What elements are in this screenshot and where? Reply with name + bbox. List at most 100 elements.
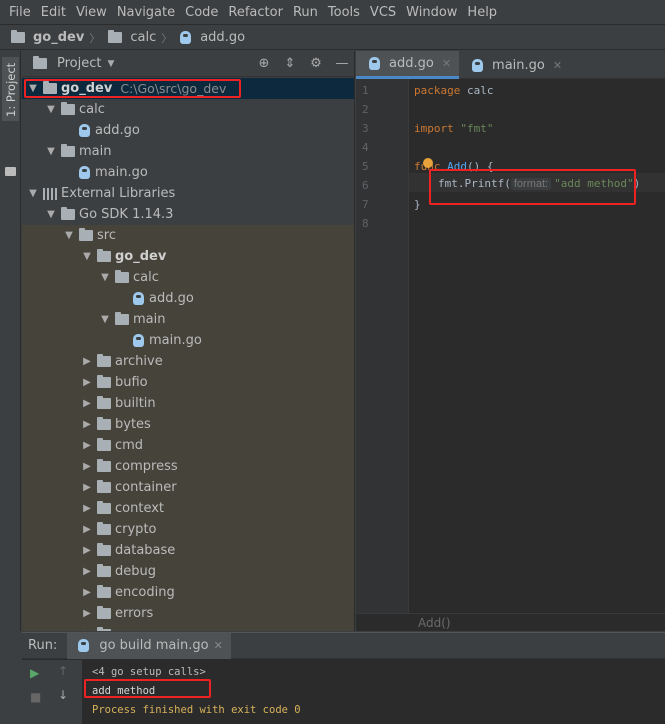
breadcrumb-file[interactable]: add.go (177, 30, 245, 45)
breadcrumb-separator: 〉 (161, 31, 173, 45)
tree-row[interactable]: ▶ debug (22, 561, 354, 582)
folder-icon (97, 627, 111, 631)
line-number: 2 (362, 103, 369, 116)
collapse-arrow-icon[interactable]: ▶ (80, 482, 94, 493)
tree-row[interactable]: ▼ main (22, 141, 354, 162)
tree-item-label: bufio (115, 375, 148, 390)
tree-row[interactable]: ▼ main (22, 309, 354, 330)
breadcrumb-folder[interactable]: calc (105, 30, 156, 45)
tree-item-label: Go SDK 1.14.3 (79, 207, 174, 222)
code-line-7[interactable]: } (414, 198, 421, 211)
hide-icon[interactable]: — (334, 56, 350, 72)
tree-row[interactable]: ▶ bufio (22, 372, 354, 393)
run-panel: Run: go build main.go ✕ ▶ ↑ ■ ↓ <4 go se… (22, 632, 665, 724)
intention-bulb-icon[interactable] (423, 158, 433, 168)
close-icon[interactable]: ✕ (442, 57, 451, 70)
menu-item-vcs[interactable]: VCS (365, 0, 401, 25)
tree-item-label: builtin (115, 396, 156, 411)
tree-item-label: go_dev (115, 249, 167, 264)
tree-row[interactable]: ▶ errors (22, 603, 354, 624)
menu-item-refactor[interactable]: Refactor (223, 0, 288, 25)
menu-item-run[interactable]: Run (288, 0, 323, 25)
tree-item-label: compress (115, 459, 178, 474)
tree-row[interactable]: ▼ Go SDK 1.14.3 (22, 204, 354, 225)
menu-item-edit[interactable]: Edit (36, 0, 71, 25)
tree-item-label: debug (115, 564, 156, 579)
structure-icon[interactable] (5, 167, 16, 176)
tree-row[interactable]: add.go (22, 288, 354, 309)
expand-arrow-icon[interactable]: ▼ (62, 230, 76, 241)
tree-row[interactable]: ▶ cmd (22, 435, 354, 456)
chevron-down-icon[interactable]: ▼ (107, 59, 114, 69)
tree-row[interactable]: ▶ database (22, 540, 354, 561)
tree-row[interactable]: ▶ encoding (22, 582, 354, 603)
collapse-arrow-icon[interactable]: ▶ (80, 419, 94, 430)
stop-icon[interactable]: ■ (30, 690, 41, 704)
scroll-down-icon[interactable]: ↓ (58, 688, 68, 702)
menu-item-view[interactable]: View (71, 0, 112, 25)
expand-arrow-icon[interactable]: ▼ (44, 146, 58, 157)
code-line-1[interactable]: package calc (414, 84, 493, 97)
project-view-selector[interactable]: Project (57, 56, 101, 71)
tree-item-label: main.go (149, 333, 202, 348)
collapse-arrow-icon[interactable]: ▶ (80, 398, 94, 409)
menu-item-help[interactable]: Help (462, 0, 502, 25)
rerun-icon[interactable]: ▶ (30, 666, 39, 680)
tree-row[interactable]: main.go (22, 162, 354, 183)
scroll-up-icon[interactable]: ↑ (58, 664, 68, 678)
tree-row[interactable]: ▶ crypto (22, 519, 354, 540)
collapse-arrow-icon[interactable]: ▶ (80, 587, 94, 598)
tree-row[interactable]: ▼ calc (22, 99, 354, 120)
expand-arrow-icon[interactable]: ▼ (80, 251, 94, 262)
folder-icon (97, 606, 111, 619)
tree-row[interactable]: ▼ src (22, 225, 354, 246)
project-tool-tab[interactable]: 1: Project (2, 57, 19, 121)
collapse-arrow-icon[interactable]: ▶ (80, 503, 94, 514)
tree-row[interactable]: ▶ builtin (22, 393, 354, 414)
menu-item-file[interactable]: File (4, 0, 36, 25)
tree-item-label: cmd (115, 438, 144, 453)
run-config-tab[interactable]: go build main.go ✕ (67, 632, 231, 659)
collapse-arrow-icon[interactable]: ▶ (80, 545, 94, 556)
collapse-arrow-icon[interactable]: ▶ (80, 377, 94, 388)
go-file-icon (133, 334, 144, 347)
editor-breadcrumb[interactable]: Add() (356, 613, 665, 631)
tree-row[interactable]: ▶ bytes (22, 414, 354, 435)
tree-row[interactable]: ▶ container (22, 477, 354, 498)
collapse-arrow-icon[interactable]: ▶ (80, 566, 94, 577)
tree-row[interactable]: add.go (22, 120, 354, 141)
tree-row[interactable]: ▶ archive (22, 351, 354, 372)
expand-arrow-icon[interactable]: ▼ (98, 314, 112, 325)
expand-arrow-icon[interactable]: ▼ (44, 104, 58, 115)
go-file-icon (79, 124, 90, 137)
close-icon[interactable]: ✕ (214, 639, 223, 652)
menu-item-navigate[interactable]: Navigate (112, 0, 180, 25)
collapse-arrow-icon[interactable]: ▶ (80, 440, 94, 451)
tree-row[interactable]: main.go (22, 330, 354, 351)
editor-tab-add-go[interactable]: add.go ✕ (356, 51, 460, 79)
locate-icon[interactable]: ⊕ (256, 56, 272, 72)
tree-row[interactable]: ▼ External Libraries (22, 183, 354, 204)
expand-arrow-icon[interactable]: ▼ (26, 188, 40, 199)
expand-arrow-icon[interactable]: ▼ (98, 272, 112, 283)
collapse-all-icon[interactable]: ⇕ (282, 56, 298, 72)
close-icon[interactable]: ✕ (553, 59, 562, 72)
breadcrumb-project[interactable]: go_dev (8, 30, 84, 45)
collapse-arrow-icon[interactable]: ▶ (80, 356, 94, 367)
menu-item-tools[interactable]: Tools (323, 0, 365, 25)
editor-tab-main-go[interactable]: main.go ✕ (459, 51, 570, 79)
code-line-3[interactable]: import "fmt" (414, 122, 494, 135)
collapse-arrow-icon[interactable]: ▶ (80, 629, 94, 631)
menu-item-window[interactable]: Window (401, 0, 462, 25)
tree-row[interactable]: ▶ (22, 624, 354, 631)
collapse-arrow-icon[interactable]: ▶ (80, 461, 94, 472)
tree-row[interactable]: ▼ go_dev (22, 246, 354, 267)
menu-item-code[interactable]: Code (180, 0, 223, 25)
tree-row[interactable]: ▶ context (22, 498, 354, 519)
gear-icon[interactable]: ⚙ (308, 56, 324, 72)
collapse-arrow-icon[interactable]: ▶ (80, 608, 94, 619)
collapse-arrow-icon[interactable]: ▶ (80, 524, 94, 535)
tree-row[interactable]: ▶ compress (22, 456, 354, 477)
expand-arrow-icon[interactable]: ▼ (44, 209, 58, 220)
tree-row[interactable]: ▼ calc (22, 267, 354, 288)
